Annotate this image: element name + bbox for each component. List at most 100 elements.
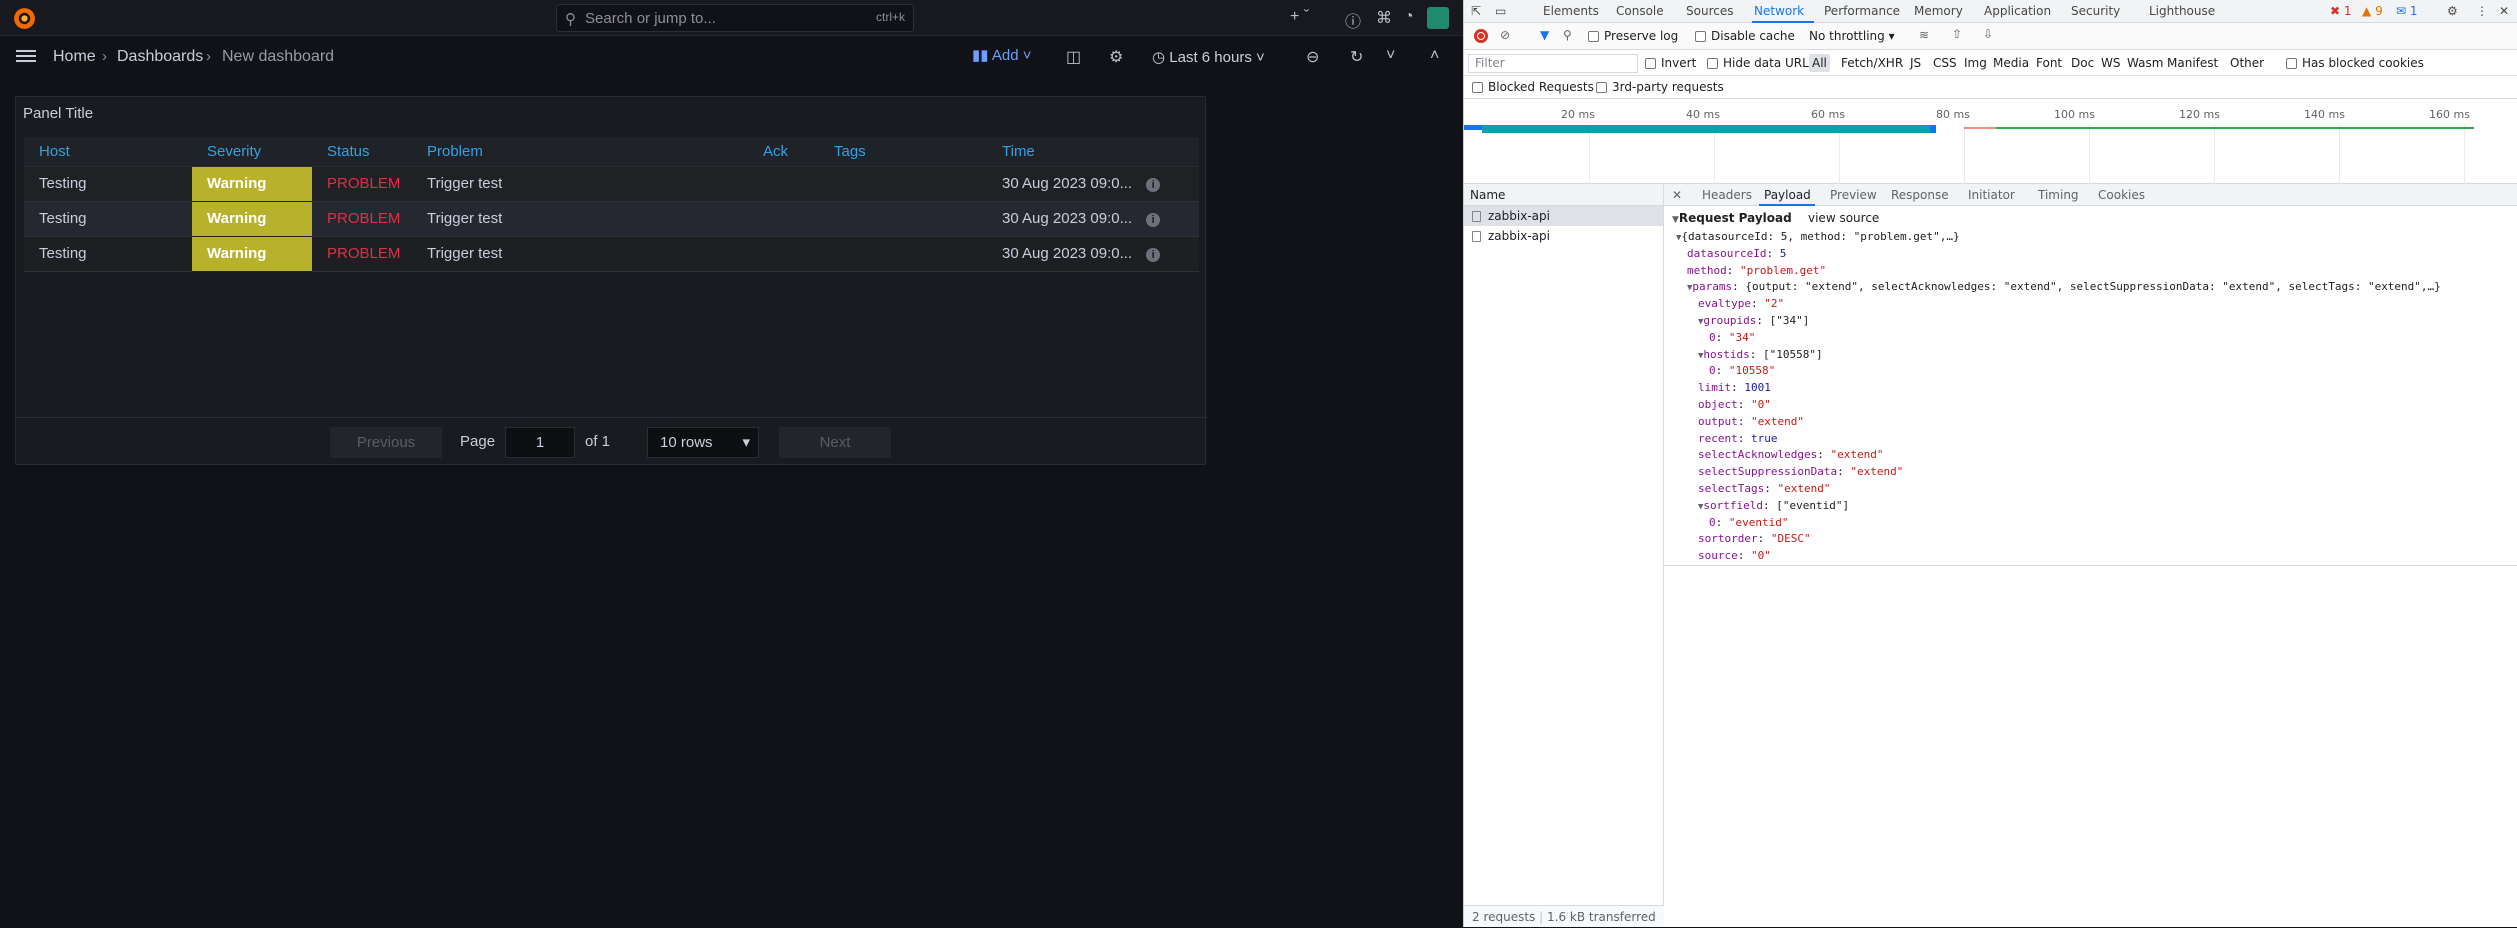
close-devtools-icon[interactable]: ✕: [2499, 4, 2509, 18]
request-payload-section[interactable]: ▼Request Payload: [1672, 211, 1792, 225]
info-icon[interactable]: i: [1146, 248, 1161, 262]
column-problem[interactable]: Problem: [412, 137, 748, 167]
filter-type-other[interactable]: Other: [2230, 56, 2264, 70]
filter-type-js[interactable]: JS: [1910, 56, 1921, 70]
search-icon[interactable]: ⚲: [1563, 28, 1572, 42]
tab-headers[interactable]: Headers: [1702, 188, 1752, 202]
message-count-badge[interactable]: ✉ 1: [2396, 4, 2418, 18]
tab-network[interactable]: Network: [1754, 4, 1804, 18]
warning-count-badge[interactable]: ▲ 9: [2362, 4, 2383, 18]
news-feed-icon[interactable]: ⌘: [1376, 8, 1392, 28]
tab-cookies[interactable]: Cookies: [2098, 188, 2145, 202]
request-name-header[interactable]: Name: [1464, 184, 1663, 206]
filter-input[interactable]: Filter: [1468, 54, 1638, 73]
table-row[interactable]: Testing Warning PROBLEM Trigger test 30 …: [24, 236, 1199, 272]
add-button[interactable]: ▮▮ Add ˅: [972, 46, 1032, 64]
search-input[interactable]: ⚲ Search or jump to... ctrl+k: [556, 4, 914, 32]
filter-type-media[interactable]: Media: [1993, 56, 2029, 70]
has-blocked-cookies-checkbox[interactable]: [2286, 58, 2297, 69]
disable-cache-checkbox[interactable]: [1695, 31, 1706, 42]
export-har-icon[interactable]: ⇩: [1983, 27, 1993, 41]
more-options-icon[interactable]: ⋮: [2476, 4, 2488, 18]
clear-icon[interactable]: ⊘: [1500, 28, 1510, 42]
request-item[interactable]: zabbix-api: [1464, 226, 1663, 246]
payload-line[interactable]: ▼{datasourceId: 5, method: "problem.get"…: [1676, 230, 1960, 243]
collapse-icon[interactable]: ˄: [1430, 47, 1439, 65]
tab-timing[interactable]: Timing: [2038, 188, 2079, 202]
help-icon[interactable]: ⓘ: [1345, 8, 1361, 32]
view-source-link[interactable]: view source: [1808, 211, 1879, 225]
device-toolbar-icon[interactable]: ▭: [1495, 4, 1506, 18]
payload-line[interactable]: ▼sortfield: ["eventid"]: [1698, 499, 1849, 512]
breadcrumb-home[interactable]: Home: [53, 48, 96, 66]
import-har-icon[interactable]: ⇧: [1952, 27, 1962, 41]
menu-icon[interactable]: [16, 47, 36, 65]
payload-line[interactable]: ▼groupids: ["34"]: [1698, 314, 1809, 327]
tab-memory[interactable]: Memory: [1914, 4, 1963, 18]
column-severity[interactable]: Severity: [192, 137, 312, 167]
network-timeline[interactable]: 20 ms 40 ms 60 ms 80 ms 100 ms 120 ms 14…: [1464, 100, 2517, 184]
filter-type-font[interactable]: Font: [2036, 56, 2062, 70]
tab-lighthouse[interactable]: Lighthouse: [2149, 4, 2215, 18]
filter-type-manifest[interactable]: Manifest: [2167, 56, 2218, 70]
tab-application[interactable]: Application: [1984, 4, 2051, 18]
request-item[interactable]: zabbix-api: [1464, 206, 1663, 226]
zoom-out-icon[interactable]: ⊖: [1306, 47, 1319, 67]
table-row[interactable]: Testing Warning PROBLEM Trigger test 30 …: [24, 201, 1199, 237]
filter-type-img[interactable]: Img: [1964, 56, 1987, 70]
settings-icon[interactable]: ⚙: [1109, 47, 1123, 67]
breadcrumb-dashboards[interactable]: Dashboards: [117, 48, 203, 66]
tab-payload[interactable]: Payload: [1764, 188, 1811, 202]
table-row[interactable]: Testing Warning PROBLEM Trigger test 30 …: [24, 166, 1199, 202]
notifications-icon[interactable]: ◔: [1404, 8, 1414, 26]
payload-line[interactable]: ▼hostids: ["10558"]: [1698, 348, 1823, 361]
blocked-requests-checkbox[interactable]: [1472, 82, 1483, 93]
payload-line[interactable]: ▼params: {output: "extend", selectAcknow…: [1687, 280, 2441, 293]
filter-type-fetch-xhr[interactable]: Fetch/XHR: [1841, 56, 1903, 70]
tab-performance[interactable]: Performance: [1824, 4, 1900, 18]
tab-console[interactable]: Console: [1616, 4, 1664, 18]
inspect-element-icon[interactable]: ⇱: [1471, 4, 1481, 18]
page-number-input[interactable]: 1: [505, 427, 575, 458]
info-icon[interactable]: i: [1146, 178, 1161, 192]
network-conditions-icon[interactable]: ≋: [1919, 28, 1929, 42]
refresh-icon[interactable]: ↻: [1350, 47, 1363, 67]
refresh-interval-chevron-icon[interactable]: ˅: [1386, 47, 1395, 65]
previous-button[interactable]: Previous: [330, 427, 442, 458]
filter-type-wasm[interactable]: Wasm: [2127, 56, 2163, 70]
plus-menu-icon[interactable]: + ˇ: [1290, 8, 1309, 26]
invert-checkbox[interactable]: [1645, 58, 1656, 69]
close-detail-icon[interactable]: ✕: [1672, 188, 1682, 202]
tab-sources[interactable]: Sources: [1686, 4, 1733, 18]
error-count-badge[interactable]: ✖ 1: [2330, 4, 2352, 18]
info-icon[interactable]: i: [1146, 213, 1161, 227]
panel-title[interactable]: Panel Title: [23, 105, 93, 122]
time-range-picker[interactable]: ◷ Last 6 hours ˅: [1152, 48, 1265, 66]
column-time[interactable]: Time: [987, 137, 1199, 167]
rows-per-page-select[interactable]: 10 rows ▾: [647, 427, 759, 458]
filter-type-ws[interactable]: WS: [2101, 56, 2120, 70]
save-icon[interactable]: ◫: [1066, 47, 1081, 67]
throttling-select[interactable]: No throttling ▾: [1809, 29, 1895, 43]
tab-preview[interactable]: Preview: [1830, 188, 1877, 202]
tab-elements[interactable]: Elements: [1543, 4, 1599, 18]
tab-response[interactable]: Response: [1891, 188, 1949, 202]
column-ack[interactable]: Ack: [748, 137, 819, 167]
next-button[interactable]: Next: [779, 427, 891, 458]
user-avatar[interactable]: [1427, 7, 1449, 29]
column-host[interactable]: Host: [24, 137, 192, 167]
tab-initiator[interactable]: Initiator: [1968, 188, 2015, 202]
column-status[interactable]: Status: [312, 137, 412, 167]
filter-icon[interactable]: ▼: [1540, 28, 1549, 42]
settings-icon[interactable]: ⚙: [2447, 4, 2458, 18]
filter-type-all[interactable]: All: [1809, 54, 1830, 72]
hide-data-urls-checkbox[interactable]: [1707, 58, 1718, 69]
third-party-checkbox[interactable]: [1596, 82, 1607, 93]
preserve-log-checkbox[interactable]: [1588, 31, 1599, 42]
grafana-logo-icon[interactable]: [12, 6, 37, 31]
filter-type-doc[interactable]: Doc: [2071, 56, 2094, 70]
column-tags[interactable]: Tags: [819, 137, 987, 167]
record-icon[interactable]: [1474, 29, 1488, 43]
filter-type-css[interactable]: CSS: [1933, 56, 1957, 70]
tab-security[interactable]: Security: [2071, 4, 2120, 18]
